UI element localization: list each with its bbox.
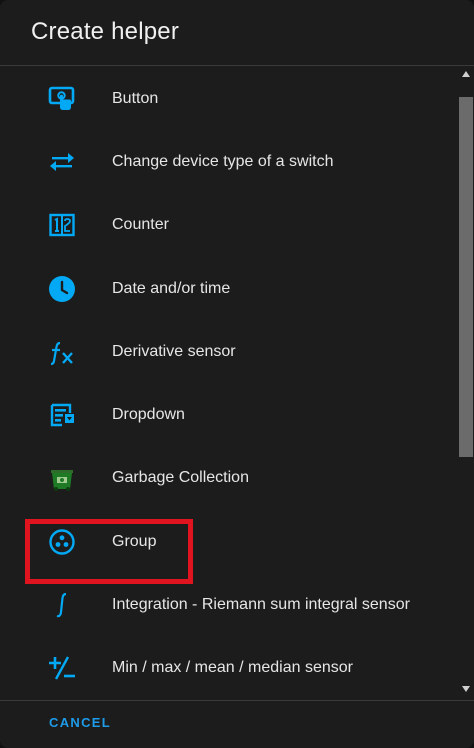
list-item-date-time[interactable]: Date and/or time xyxy=(0,257,458,320)
list-item-label: Min / max / mean / median sensor xyxy=(112,659,353,677)
clock-icon xyxy=(48,275,76,303)
list-item-integration[interactable]: Integration - Riemann sum integral senso… xyxy=(0,573,458,636)
dropdown-form-icon xyxy=(48,401,76,429)
dialog-header: Create helper xyxy=(0,0,474,66)
list-item-group[interactable]: Group xyxy=(0,510,458,573)
helper-list: Button Change device type of a switch Co… xyxy=(0,67,458,700)
list-item-dropdown[interactable]: Dropdown xyxy=(0,383,458,446)
plus-minus-icon xyxy=(48,654,76,682)
list-item-label: Date and/or time xyxy=(112,279,231,297)
scrollbar-thumb[interactable] xyxy=(459,97,473,457)
scrollbar[interactable] xyxy=(458,67,474,700)
scroll-down-arrow-icon[interactable] xyxy=(462,686,470,692)
dialog-title: Create helper xyxy=(31,18,180,45)
list-item-label: Counter xyxy=(112,216,169,234)
create-helper-dialog: Create helper Button Change device type … xyxy=(0,0,474,748)
list-item-change-device-type[interactable]: Change device type of a switch xyxy=(0,130,458,193)
list-item-button[interactable]: Button xyxy=(0,67,458,130)
dialog-footer: CANCEL xyxy=(0,700,474,748)
counter-icon xyxy=(48,211,76,239)
list-item-label: Change device type of a switch xyxy=(112,152,334,170)
garbage-bin-icon xyxy=(48,464,76,492)
group-icon xyxy=(48,528,76,556)
list-item-counter[interactable]: Counter xyxy=(0,194,458,257)
function-icon xyxy=(48,338,76,366)
integral-icon xyxy=(48,591,76,619)
list-item-min-max[interactable]: Min / max / mean / median sensor xyxy=(0,637,458,700)
list-item-label: Dropdown xyxy=(112,406,185,424)
list-item-garbage-collection[interactable]: Garbage Collection xyxy=(0,447,458,510)
list-item-label: Derivative sensor xyxy=(112,342,236,360)
scroll-up-arrow-icon[interactable] xyxy=(462,71,470,77)
list-item-label: Group xyxy=(112,532,157,550)
list-item-label: Garbage Collection xyxy=(112,469,249,487)
touch-button-icon xyxy=(48,85,76,113)
list-item-label: Integration - Riemann sum integral senso… xyxy=(112,596,410,614)
swap-arrows-icon xyxy=(48,148,76,176)
list-item-derivative-sensor[interactable]: Derivative sensor xyxy=(0,320,458,383)
list-item-label: Button xyxy=(112,89,159,107)
cancel-button[interactable]: CANCEL xyxy=(49,715,111,730)
